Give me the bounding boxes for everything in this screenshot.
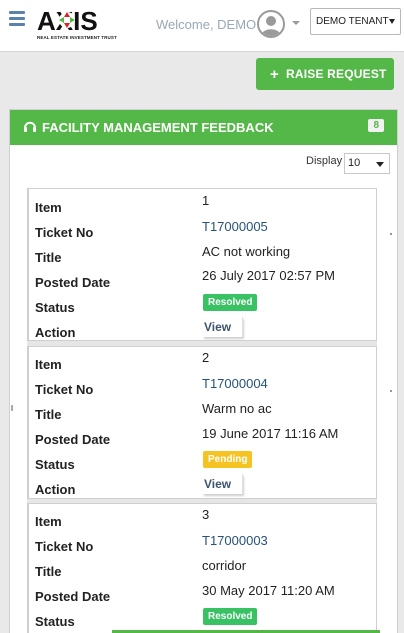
menu-icon[interactable] <box>9 11 25 26</box>
title-label: Title <box>35 564 62 579</box>
raise-request-label: RAISE REQUEST <box>285 67 387 81</box>
posted-date-label: Posted Date <box>35 432 111 447</box>
count-badge: 8 <box>368 119 384 132</box>
scroll-marker <box>11 405 13 411</box>
title-value: corridor <box>202 558 247 573</box>
list-item: Item 3 Ticket No T17000003 Title corrido… <box>27 503 377 633</box>
display-select[interactable]: 10 <box>344 153 390 174</box>
tenant-select[interactable]: DEMO TENANT <box>310 8 401 35</box>
action-label: Action <box>35 325 76 340</box>
posted-date-label: Posted Date <box>35 589 111 604</box>
list-item: Item 1 Ticket No T17000005 Title AC not … <box>27 188 377 341</box>
top-bar: AXIS REAL ESTATE INVESTMENT TRUST Welcom… <box>0 0 404 52</box>
ticket-link[interactable]: T17000003 <box>202 533 268 548</box>
headset-icon <box>24 121 36 132</box>
user-avatar-icon[interactable] <box>257 10 285 38</box>
item-label: Item <box>35 514 62 529</box>
chevron-down-icon <box>389 19 395 24</box>
raise-request-button[interactable]: + RAISE REQUEST <box>256 58 394 90</box>
status-label: Status <box>35 300 75 315</box>
ticket-label: Ticket No <box>35 225 94 240</box>
ticket-link[interactable]: T17000005 <box>202 219 268 234</box>
caret-down-icon[interactable] <box>292 21 300 25</box>
title-value: AC not working <box>202 244 291 259</box>
scroll-marker <box>390 390 392 392</box>
ticket-label: Ticket No <box>35 382 94 397</box>
ticket-label: Ticket No <box>35 539 94 554</box>
action-label: Action <box>35 482 76 497</box>
tenant-label: DEMO TENANT <box>316 16 389 27</box>
display-value: 10 <box>348 157 361 169</box>
view-button[interactable]: View <box>203 474 243 494</box>
panel-header: FACILITY MANAGEMENT FEEDBACK 8 <box>10 110 397 145</box>
item-value: 3 <box>202 507 210 522</box>
logo-subtitle: REAL ESTATE INVESTMENT TRUST <box>37 35 117 40</box>
status-badge: Pending <box>203 451 253 468</box>
welcome-text: Welcome, DEMO <box>156 17 257 32</box>
title-value: Warm no ac <box>202 401 272 416</box>
item-value: 2 <box>202 350 210 365</box>
posted-date-label: Posted Date <box>35 275 111 290</box>
display-label: Display <box>306 155 343 167</box>
view-button[interactable]: View <box>203 317 243 337</box>
logo-mark: AXIS <box>37 6 98 36</box>
ticket-link[interactable]: T17000004 <box>202 376 268 391</box>
chevron-down-icon <box>376 162 384 167</box>
panel-title: FACILITY MANAGEMENT FEEDBACK <box>42 120 274 135</box>
status-badge: Resolved <box>203 294 258 311</box>
item-value: 1 <box>202 193 210 208</box>
status-label: Status <box>35 614 75 629</box>
posted-date-value: 26 July 2017 02:57 PM <box>202 268 335 283</box>
posted-date-value: 30 May 2017 11:20 AM <box>202 583 335 598</box>
title-label: Title <box>35 250 62 265</box>
logo[interactable]: AXIS REAL ESTATE INVESTMENT TRUST <box>37 6 117 42</box>
status-label: Status <box>35 457 75 472</box>
scroll-marker <box>390 233 392 235</box>
item-label: Item <box>35 200 62 215</box>
posted-date-value: 19 June 2017 11:16 AM <box>202 426 339 441</box>
plus-icon: + <box>270 66 279 83</box>
item-label: Item <box>35 357 62 372</box>
list-item: Item 2 Ticket No T17000004 Title Warm no… <box>27 346 377 499</box>
status-badge: Resolved <box>203 608 258 625</box>
title-label: Title <box>35 407 62 422</box>
